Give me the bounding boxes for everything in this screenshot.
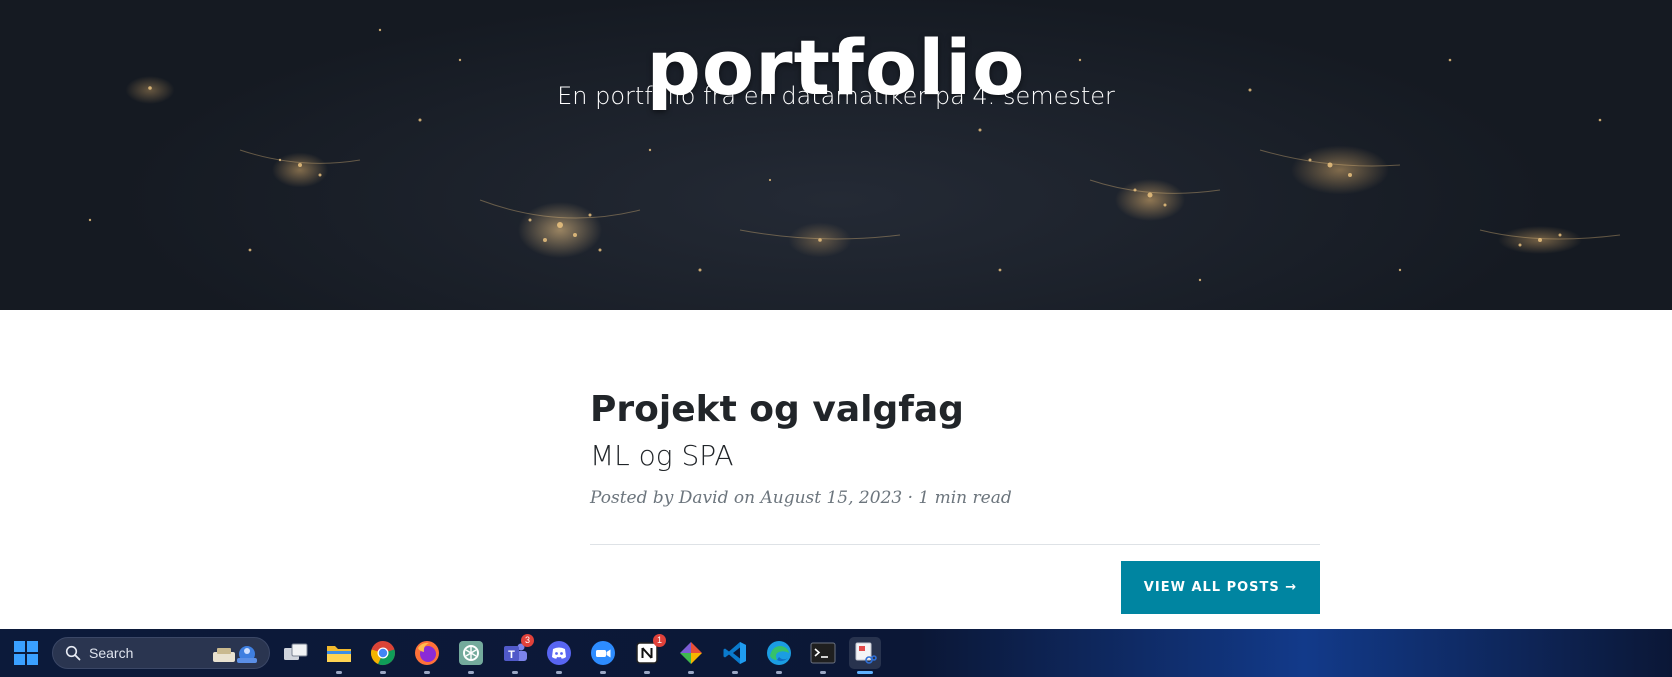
windows-taskbar: Search T 3 1	[0, 629, 1672, 677]
post-subtitle: ML og SPA	[590, 439, 734, 472]
running-indicator	[336, 671, 342, 674]
running-indicator	[600, 671, 606, 674]
notion-badge: 1	[653, 634, 666, 647]
taskbar-search-box[interactable]: Search	[52, 637, 270, 669]
teams-badge: 3	[521, 634, 534, 647]
discord-glyph	[547, 641, 571, 665]
firefox-glyph	[415, 641, 439, 665]
chrome-icon[interactable]	[367, 637, 399, 674]
edge-icon[interactable]	[763, 637, 795, 674]
terminal-icon[interactable]	[807, 637, 839, 674]
search-highlight-icon	[213, 646, 257, 663]
vscode-glyph	[723, 642, 746, 664]
running-indicator	[424, 671, 430, 674]
teams-icon[interactable]: T 3	[499, 634, 534, 674]
post-author-link[interactable]: David	[679, 488, 729, 508]
running-indicator	[468, 671, 474, 674]
git-client-glyph	[680, 642, 702, 664]
post-meta: Posted by David on August 15, 2023 · 1 m…	[590, 488, 1320, 508]
zoom-glyph	[591, 641, 615, 665]
notion-icon[interactable]: 1	[631, 634, 666, 674]
active-indicator	[857, 671, 873, 674]
running-indicator	[688, 671, 694, 674]
search-label: Search	[89, 645, 134, 661]
search-icon	[65, 645, 81, 661]
git-client-icon[interactable]	[675, 637, 707, 674]
file-explorer-icon[interactable]	[323, 637, 355, 674]
windows-start-icon[interactable]	[14, 641, 38, 665]
running-indicator	[512, 671, 518, 674]
vscode-icon[interactable]	[719, 637, 751, 674]
folder-glyph	[327, 646, 351, 662]
running-indicator	[556, 671, 562, 674]
running-indicator	[776, 671, 782, 674]
running-indicator	[380, 671, 386, 674]
terminal-glyph	[810, 642, 836, 664]
running-indicator	[732, 671, 738, 674]
task-view-glyph	[284, 643, 308, 660]
view-all-posts-button[interactable]: VIEW ALL POSTS →	[1121, 561, 1320, 614]
post-divider	[590, 544, 1320, 545]
running-indicator	[644, 671, 650, 674]
firefox-icon[interactable]	[411, 637, 443, 674]
post-title-link[interactable]: Projekt og valgfag	[590, 388, 1320, 432]
post-meta-prefix: Posted by	[590, 488, 679, 508]
hero-header: portfolio En portfolio fra en datamatike…	[0, 0, 1672, 310]
running-indicator	[820, 671, 826, 674]
chatgpt-glyph	[459, 641, 483, 665]
edge-glyph	[767, 641, 791, 665]
chrome-glyph	[371, 641, 395, 666]
discord-icon[interactable]	[543, 637, 575, 674]
site-subtitle: En portfolio fra en datamatiker på 4. se…	[557, 82, 1115, 110]
snipping-tool-icon[interactable]	[849, 637, 881, 674]
chatgpt-icon[interactable]	[455, 637, 487, 674]
task-view-icon[interactable]	[280, 637, 312, 669]
post-meta-date: on August 15, 2023 · 1 min read	[728, 488, 1012, 508]
snipping-tool-glyph	[855, 642, 877, 664]
post-preview: Projekt og valgfag ML og SPA Posted by D…	[590, 388, 1320, 525]
zoom-icon[interactable]	[587, 637, 619, 674]
svg-text:T: T	[508, 649, 515, 661]
